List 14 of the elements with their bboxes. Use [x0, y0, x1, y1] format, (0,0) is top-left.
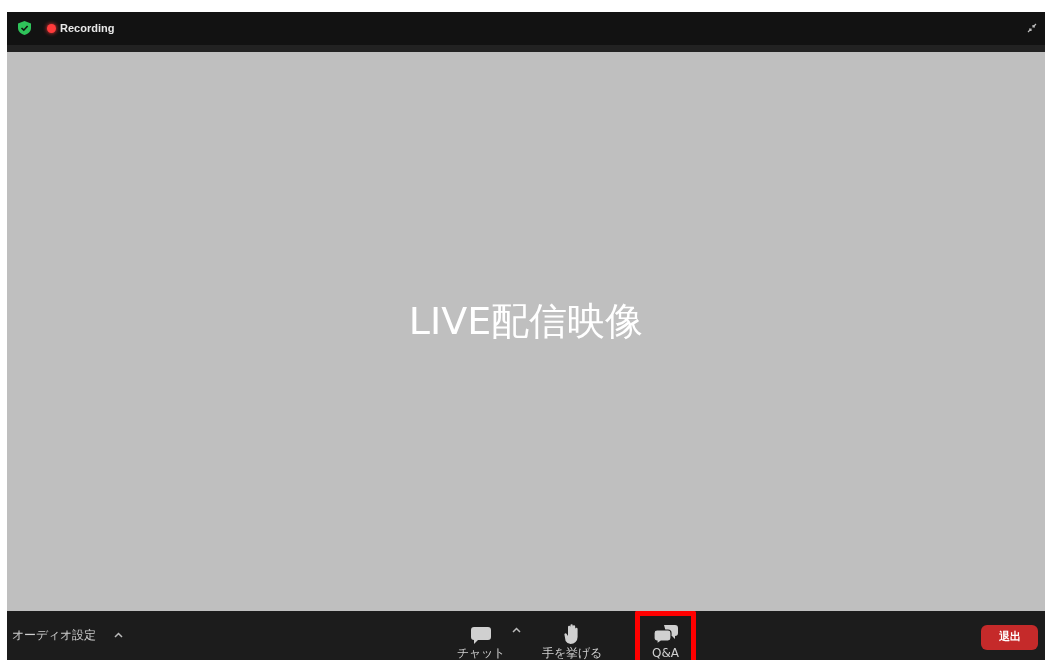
video-placeholder-text: LIVE配信映像	[408, 297, 644, 345]
caret-icon[interactable]	[114, 632, 123, 639]
audio-settings-button[interactable]: オーディオ設定	[12, 626, 96, 645]
qa-button[interactable]: Q&A	[635, 611, 696, 660]
caret-icon[interactable]	[512, 627, 521, 633]
collapse-icon[interactable]	[1027, 23, 1037, 34]
recording-label: Recording	[60, 21, 115, 37]
leave-button[interactable]: 退出	[981, 625, 1038, 650]
speech-bubbles-icon	[653, 625, 678, 644]
speech-bubble-icon	[471, 627, 491, 644]
hand-button[interactable]: 手を挙げる	[537, 611, 607, 660]
hand-icon	[564, 624, 580, 644]
chat-button[interactable]: チャット	[452, 611, 510, 660]
shield-icon[interactable]	[15, 19, 33, 38]
